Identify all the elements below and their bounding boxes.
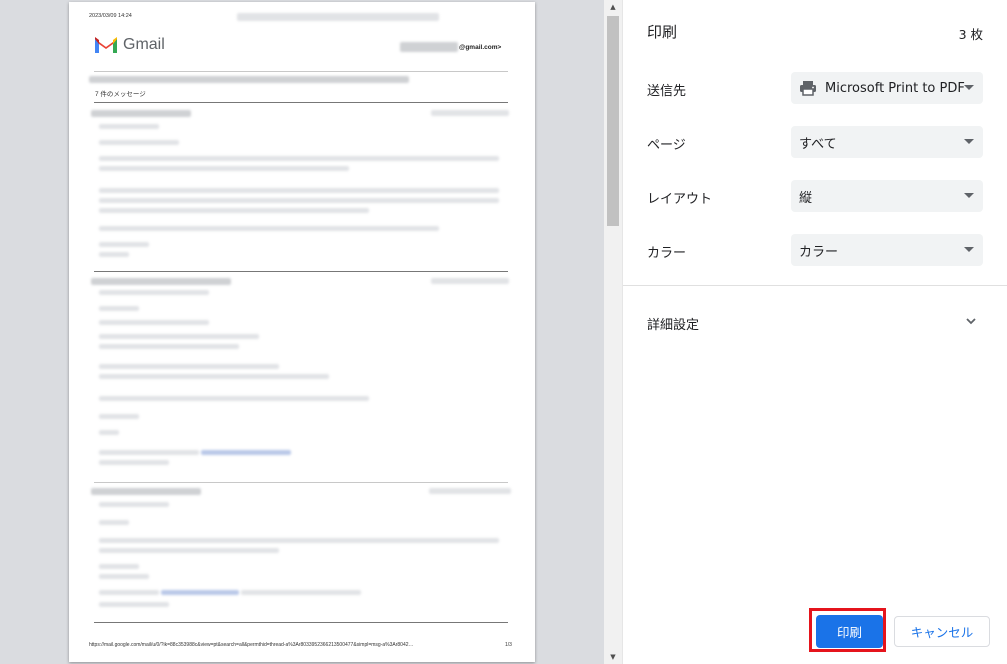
scroll-down-arrow-icon[interactable]: ▼	[604, 650, 622, 664]
blurred-header-title	[237, 13, 439, 21]
preview-header-datetime: 2023/03/09 14:24	[89, 13, 132, 19]
blurred-date	[429, 488, 511, 494]
footer-divider	[94, 622, 508, 623]
blurred-line	[99, 226, 439, 231]
preview-page: 2023/03/09 14:24 Gmail @gmail.com> 7 件のメ…	[69, 2, 535, 662]
page-indicator: 1/3	[505, 642, 512, 648]
blurred-line	[99, 460, 169, 465]
blurred-line	[99, 414, 139, 419]
blurred-date	[431, 110, 509, 116]
destination-label: 送信先	[647, 84, 687, 99]
blurred-line	[241, 590, 361, 595]
blurred-line	[99, 602, 169, 607]
blurred-line	[99, 450, 199, 455]
more-settings-toggle[interactable]: 詳細設定	[647, 314, 699, 333]
gmail-wordmark: Gmail	[123, 36, 165, 53]
chevron-down-icon	[964, 247, 974, 252]
blurred-subject	[89, 76, 409, 83]
section-divider	[623, 285, 1007, 286]
blurred-line	[99, 198, 499, 203]
blurred-account-name	[400, 42, 458, 52]
blurred-date	[431, 278, 509, 284]
blurred-line	[99, 320, 209, 325]
gmail-m-icon	[95, 37, 117, 53]
blurred-line	[99, 140, 179, 145]
chevron-down-icon	[964, 139, 974, 144]
header-divider	[94, 71, 508, 72]
blurred-line	[99, 502, 169, 507]
print-settings-panel: 印刷 3 枚 送信先 Microsoft Print to PDF ページ すべ…	[623, 0, 1007, 664]
blurred-link	[201, 450, 291, 455]
sheet-count: 3 枚	[958, 27, 983, 42]
pages-label: ページ	[647, 138, 686, 153]
blurred-sender	[91, 278, 231, 285]
preview-scrollbar[interactable]: ▲ ▼	[604, 0, 622, 664]
message-divider	[94, 271, 508, 272]
subject-divider	[94, 102, 508, 103]
cancel-button[interactable]: キャンセル	[894, 616, 990, 647]
blurred-line	[99, 124, 159, 129]
printer-icon	[799, 80, 817, 96]
blurred-sender	[91, 110, 191, 117]
blurred-line	[99, 430, 119, 435]
color-value: カラー	[799, 244, 839, 260]
blurred-line	[99, 374, 329, 379]
color-label: カラー	[647, 246, 687, 261]
pages-select[interactable]: すべて	[791, 126, 983, 158]
blurred-line	[99, 548, 279, 553]
layout-label: レイアウト	[647, 192, 713, 207]
blurred-line	[99, 208, 369, 213]
chevron-down-icon	[964, 193, 974, 198]
blurred-line	[99, 334, 259, 339]
layout-select[interactable]: 縦	[791, 180, 983, 212]
blurred-sender	[91, 488, 201, 495]
blurred-line	[99, 166, 349, 171]
message-count: 7 件のメッセージ	[95, 91, 146, 98]
scroll-up-arrow-icon[interactable]: ▲	[604, 0, 622, 14]
blurred-line	[99, 564, 139, 569]
expand-chevron-icon[interactable]	[964, 314, 978, 328]
account-email-suffix: @gmail.com>	[459, 44, 502, 51]
footer-url: https://mail.google.com/mail/u/0/?ik=88c…	[89, 642, 414, 648]
blurred-link	[161, 590, 239, 595]
blurred-line	[99, 520, 129, 525]
message-divider	[94, 482, 508, 483]
destination-select[interactable]: Microsoft Print to PDF	[791, 72, 983, 104]
gmail-logo: Gmail	[94, 36, 165, 54]
blurred-line	[99, 364, 279, 369]
scroll-thumb[interactable]	[607, 16, 619, 226]
blurred-line	[99, 396, 369, 401]
color-select[interactable]: カラー	[791, 234, 983, 266]
layout-value: 縦	[799, 190, 813, 206]
blurred-line	[99, 188, 499, 193]
blurred-line	[99, 344, 239, 349]
pages-value: すべて	[799, 136, 837, 152]
blurred-line	[99, 306, 139, 311]
blurred-line	[99, 156, 499, 161]
blurred-line	[99, 538, 499, 543]
panel-title: 印刷	[647, 23, 678, 41]
blurred-line	[99, 252, 129, 257]
print-button[interactable]: 印刷	[816, 615, 883, 648]
blurred-line	[99, 574, 149, 579]
blurred-line	[99, 290, 209, 295]
print-preview-area: 2023/03/09 14:24 Gmail @gmail.com> 7 件のメ…	[0, 0, 604, 664]
blurred-line	[99, 590, 159, 595]
chevron-down-icon	[964, 85, 974, 90]
destination-value: Microsoft Print to PDF	[825, 80, 965, 96]
blurred-line	[99, 242, 149, 247]
